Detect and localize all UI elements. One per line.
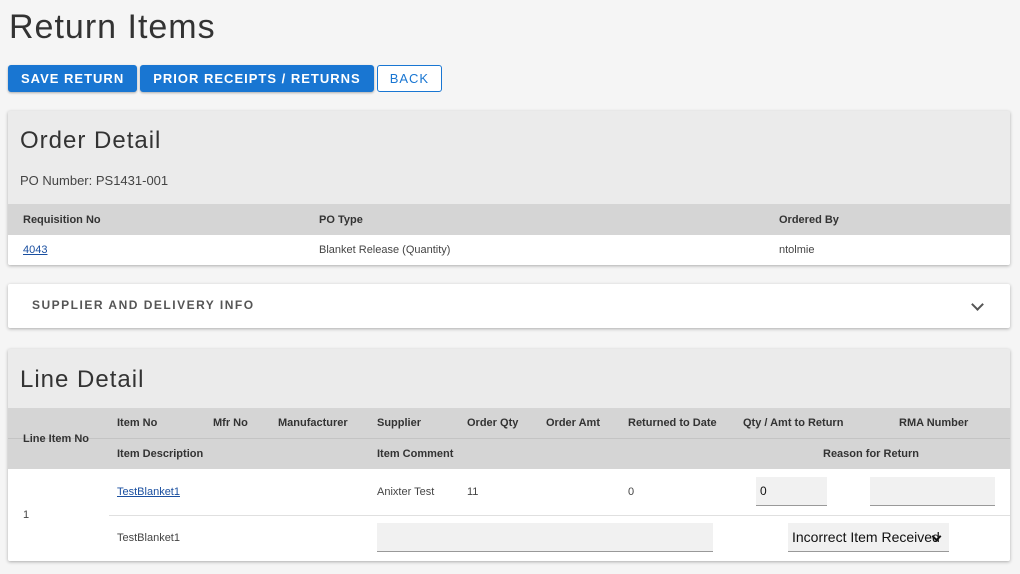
supplier-delivery-title: SUPPLIER AND DELIVERY INFO [32, 298, 255, 312]
col-po-type: PO Type [319, 213, 363, 226]
line-table-header-1: Item No Mfr No Manufacturer Supplier Ord… [8, 408, 1010, 438]
col-supplier: Supplier [377, 417, 422, 429]
order-table-header: Requisition No PO Type Ordered By [8, 204, 1010, 235]
order-detail-title: Order Detail [20, 127, 162, 154]
requisition-link[interactable]: 4043 [23, 235, 47, 265]
order-detail-card: Order Detail PO Number: PS1431-001 Requi… [8, 111, 1010, 265]
col-qty-amt-to-return: Qty / Amt to Return [743, 417, 844, 429]
col-order-qty: Order Qty [467, 417, 519, 429]
reason-for-return-value: Incorrect Item Received [792, 529, 940, 545]
ordered-by-value: ntolmie [779, 244, 815, 256]
qty-to-return-input[interactable] [756, 477, 827, 506]
chevron-down-icon[interactable] [971, 298, 984, 311]
col-requisition-no: Requisition No [23, 213, 101, 226]
supplier-value: Anixter Test [377, 486, 435, 498]
col-item-no: Item No [117, 417, 158, 429]
col-manufacturer: Manufacturer [278, 417, 348, 429]
col-reason-for-return: Reason for Return [823, 448, 919, 460]
item-comment-input[interactable] [377, 523, 713, 552]
col-line-item-no: Line Item No [23, 433, 90, 445]
item-description-value: TestBlanket1 [117, 532, 180, 544]
line-detail-card: Line Detail Item No Mfr No Manufacturer … [8, 349, 1010, 561]
col-order-amt: Order Amt [546, 417, 600, 429]
col-item-comment: Item Comment [377, 448, 454, 460]
returned-to-date-value: 0 [628, 486, 635, 498]
col-rma-number: RMA Number [899, 417, 969, 429]
line-detail-title: Line Detail [20, 366, 145, 393]
row-divider [109, 515, 1010, 516]
po-type-value: Blanket Release (Quantity) [319, 244, 451, 256]
prior-receipts-returns-button[interactable]: PRIOR RECEIPTS / RETURNS [140, 65, 374, 92]
rma-number-input[interactable] [870, 477, 995, 506]
col-mfr-no: Mfr No [213, 417, 248, 429]
po-number: PO Number: PS1431-001 [20, 173, 169, 188]
item-no-link[interactable]: TestBlanket1 [117, 469, 180, 515]
order-qty-value: 11 [467, 486, 479, 498]
table-row: 1 TestBlanket1 Anixter Test 11 0 TestBla… [8, 469, 1010, 561]
supplier-delivery-accordion[interactable]: SUPPLIER AND DELIVERY INFO [8, 284, 1010, 328]
save-return-button[interactable]: SAVE RETURN [8, 65, 138, 92]
col-returned-to-date: Returned to Date [628, 417, 717, 429]
col-item-description: Item Description [117, 448, 204, 460]
line-table-header-2: Item Description Item Comment Reason for… [8, 438, 1010, 469]
page-title: Return Items [9, 8, 216, 46]
back-button[interactable]: BACK [376, 65, 443, 92]
col-ordered-by: Ordered By [779, 213, 839, 226]
reason-for-return-select[interactable]: Incorrect Item Received [788, 523, 949, 552]
line-item-no-value: 1 [23, 509, 30, 521]
table-row: 4043 Blanket Release (Quantity) ntolmie [8, 235, 1010, 265]
toolbar: SAVE RETURN PRIOR RECEIPTS / RETURNS BAC… [8, 65, 443, 92]
